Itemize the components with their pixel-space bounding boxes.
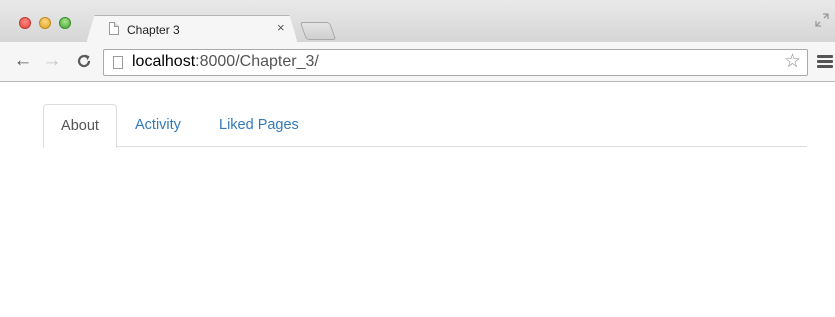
close-window-button[interactable] bbox=[19, 17, 31, 29]
browser-toolbar: ← → localhost:8000/Chapter_3/ ☆ bbox=[0, 42, 835, 82]
browser-tab-title: Chapter 3 bbox=[127, 23, 180, 37]
fullscreen-icon[interactable] bbox=[815, 13, 829, 27]
back-button[interactable]: ← bbox=[13, 50, 33, 72]
reload-button[interactable] bbox=[74, 50, 94, 72]
tab-activity[interactable]: Activity bbox=[119, 104, 197, 147]
page-icon bbox=[109, 22, 119, 35]
new-tab-button[interactable] bbox=[299, 22, 337, 40]
url-path: :8000/Chapter_3/ bbox=[195, 53, 319, 70]
bookmark-star-icon[interactable]: ☆ bbox=[784, 51, 801, 73]
zoom-window-button[interactable] bbox=[59, 17, 71, 29]
close-tab-icon[interactable]: × bbox=[277, 21, 285, 34]
url-text[interactable]: localhost:8000/Chapter_3/ bbox=[132, 53, 319, 71]
forward-button[interactable]: → bbox=[42, 50, 62, 72]
page-content: About Activity Liked Pages bbox=[0, 82, 835, 317]
tab-about[interactable]: About bbox=[43, 104, 117, 148]
tab-strip: Chapter 3 × bbox=[0, 0, 835, 42]
profile-tabs: About Activity Liked Pages bbox=[43, 104, 807, 148]
url-host: localhost bbox=[132, 53, 196, 70]
page-icon bbox=[113, 56, 123, 69]
tab-liked-pages[interactable]: Liked Pages bbox=[203, 104, 315, 147]
address-bar[interactable]: localhost:8000/Chapter_3/ ☆ bbox=[103, 49, 808, 76]
browser-tab[interactable]: Chapter 3 × bbox=[92, 16, 292, 43]
reload-icon bbox=[77, 54, 91, 68]
browser-window: Chapter 3 × ← → localhost:8000/Chapter_3… bbox=[0, 0, 835, 317]
menu-icon[interactable] bbox=[817, 55, 833, 69]
minimize-window-button[interactable] bbox=[39, 17, 51, 29]
